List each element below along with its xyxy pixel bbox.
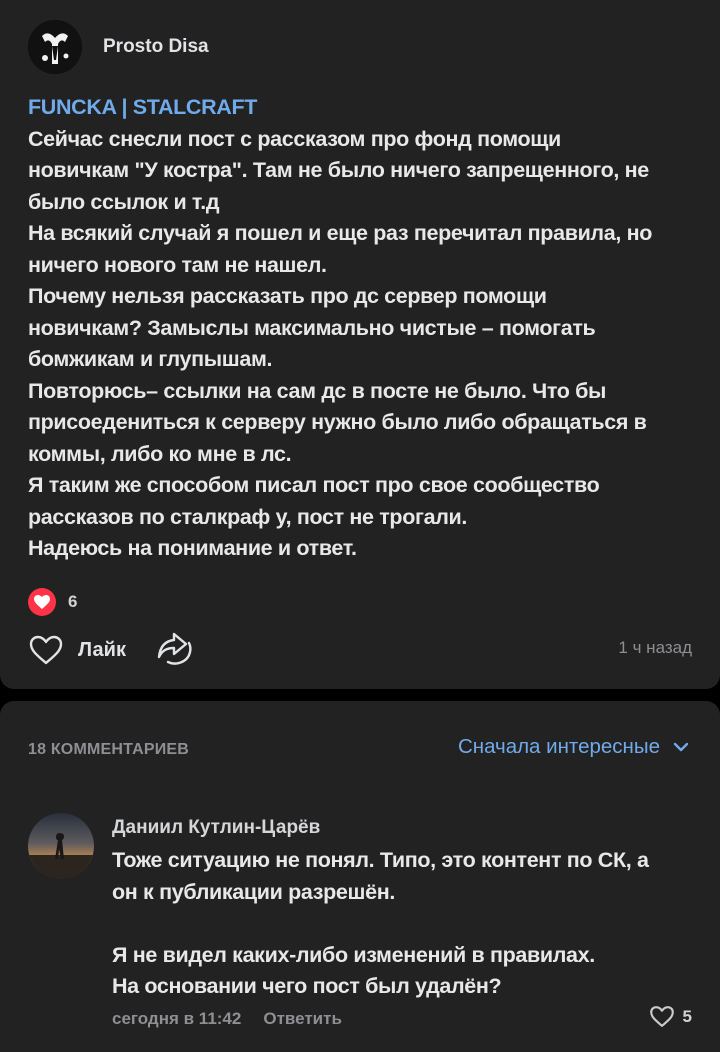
text-line: бомжикам и глупышам.: [28, 347, 273, 371]
comment-like-count: 5: [682, 1006, 692, 1026]
share-button[interactable]: [154, 632, 194, 668]
post-actions: Лайк: [28, 632, 194, 668]
sort-label: Сначала интересные: [457, 735, 660, 758]
post-time: 1 ч назад: [618, 638, 692, 657]
text-line: [112, 908, 692, 940]
chevron-down-icon: [673, 742, 689, 752]
likes-count: 6: [68, 592, 78, 611]
text-line: Почему нельзя рассказать про дс сервер п…: [28, 284, 547, 308]
post-text-lines: Сейчас снесли пост с рассказом про фонд …: [28, 124, 692, 565]
share-icon: [157, 632, 192, 665]
comments-section: 18 КОММЕНТАРИЕВ Сначала интересные Дании…: [0, 701, 720, 1052]
post-card: Prosto Disa FUNCKA | STALCRAFT Сейчас сн…: [0, 0, 720, 689]
text-line: новичкам? Замыслы максимально чистые – п…: [28, 315, 596, 340]
comment-like-button[interactable]: 5: [649, 1005, 692, 1028]
author-avatar[interactable]: [28, 20, 82, 74]
like-button[interactable]: Лайк: [28, 634, 126, 666]
commenter-name[interactable]: Даниил Кутлин-Царёв: [112, 817, 320, 839]
text-line: он к публикации разрешён.: [112, 879, 395, 904]
post-header: Prosto Disa: [28, 20, 209, 74]
comments-count: 18 КОММЕНТАРИЕВ: [28, 741, 190, 758]
comment-meta: сегодня в 11:42 Ответить: [112, 1009, 342, 1029]
text-line: Я таким же способом писал пост про свое …: [28, 473, 600, 497]
reply-button[interactable]: Ответить: [263, 1009, 342, 1029]
commenter-avatar[interactable]: [28, 813, 94, 879]
text-line: Сейчас снесли пост с рассказом про фонд …: [28, 126, 561, 151]
comment-text: Тоже ситуацию не понял. Типо, это контен…: [112, 845, 692, 1003]
text-line: присоедениться к серверу нужно было либо…: [28, 410, 647, 434]
sort-dropdown[interactable]: Сначала интересные: [458, 735, 690, 759]
likes-summary[interactable]: 6: [28, 588, 77, 616]
post-tag[interactable]: FUNCKA | STALCRAFT: [28, 92, 692, 124]
text-line: На основании чего пост был удалён?: [112, 974, 502, 998]
author-name[interactable]: Prosto Disa: [103, 36, 209, 58]
text-line: коммы, либо ко мне в лс.: [28, 441, 292, 466]
text-line: Я не видел каких-либо изменений в правил…: [112, 942, 595, 967]
text-line: Тоже ситуацию не понял. Типо, это контен…: [112, 848, 649, 872]
text-line: новичкам "У костра". Там не было ничего …: [28, 158, 649, 182]
text-line: Повторюсь– ссылки на сам дс в посте не б…: [28, 378, 607, 403]
like-label: Лайк: [78, 638, 126, 661]
post-text: FUNCKA | STALCRAFT Сейчас снесли пост с …: [28, 92, 692, 565]
text-line: Надеюсь на понимание и ответ.: [28, 536, 357, 560]
heart-icon: [29, 635, 63, 665]
text-line: На всякий случай я пошел и еще раз переч…: [28, 221, 653, 245]
heart-icon: [649, 1006, 674, 1027]
comment-time: сегодня в 11:42: [112, 1009, 242, 1028]
text-line: было ссылок и т.д: [28, 189, 220, 214]
text-line: рассказов по сталкраф у, пост не трогали…: [28, 504, 467, 529]
text-line: ничего нового там не нашел.: [28, 252, 327, 277]
heart-icon: [28, 588, 56, 616]
